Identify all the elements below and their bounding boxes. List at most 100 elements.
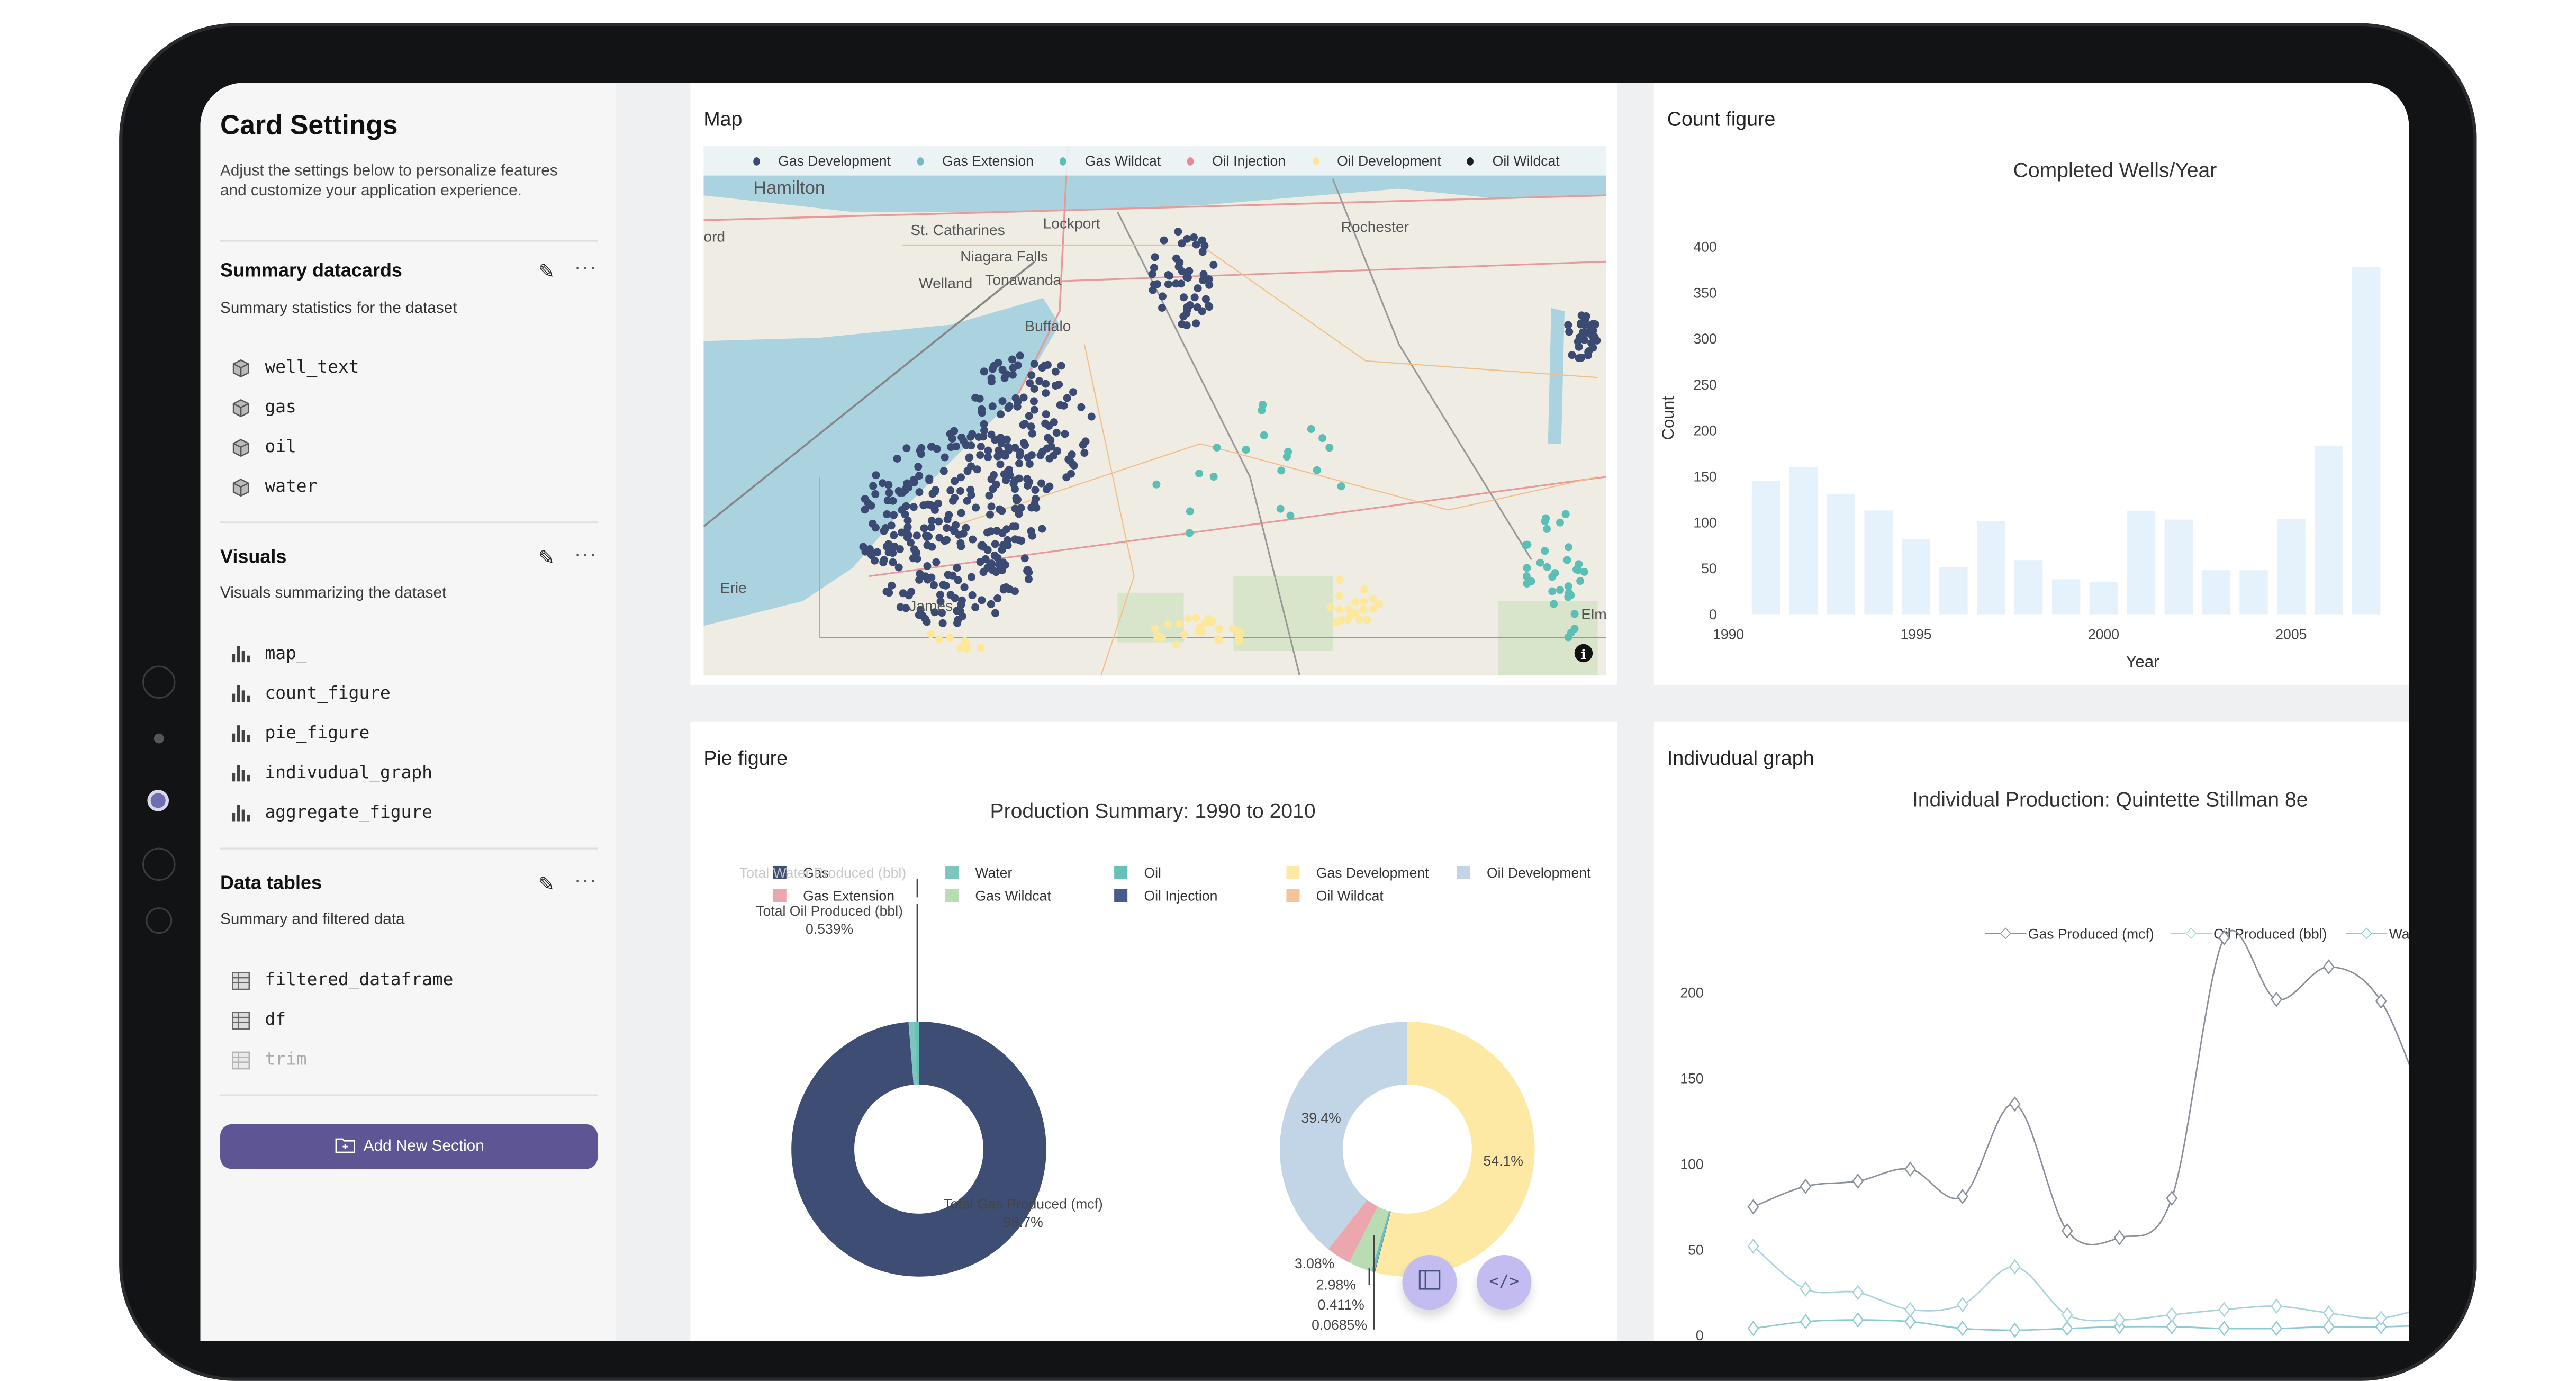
map-legend-item[interactable]: Gas Extension (917, 152, 1034, 169)
well-marker (1185, 267, 1194, 275)
map-place-label: Buffalo (1025, 318, 1071, 335)
well-marker (1051, 382, 1060, 390)
well-marker (935, 635, 943, 644)
sidebar-item-aggregate-figure[interactable]: aggregate_figure (229, 798, 432, 828)
well-marker (930, 506, 939, 514)
map-legend-item[interactable]: Gas Development (753, 152, 891, 169)
map-place-label: Welland (919, 275, 973, 292)
well-marker (1213, 443, 1221, 452)
well-marker (1344, 605, 1353, 613)
sidebar-item-filtered-dataframe[interactable]: filtered_dataframe (229, 965, 453, 995)
sidebar-item-oil[interactable]: oil (229, 432, 296, 462)
well-marker (957, 509, 965, 517)
well-marker (861, 494, 869, 503)
well-marker (1228, 625, 1237, 633)
sidebar-item-indivudual-graph[interactable]: indivudual_graph (229, 759, 432, 788)
sidebar-item-well-text[interactable]: well_text (229, 353, 359, 382)
well-marker (884, 540, 893, 548)
well-marker (915, 488, 924, 497)
bar-chart-icon (229, 765, 252, 782)
well-marker (925, 474, 934, 483)
well-marker (889, 511, 898, 519)
sidebar-item-count-figure[interactable]: count_figure (229, 679, 391, 708)
sidebar-item-water[interactable]: water (229, 472, 317, 501)
well-marker (1193, 303, 1201, 312)
well-marker (1164, 280, 1172, 288)
y-tick-label: 150 (1680, 1071, 1703, 1087)
well-marker (1542, 525, 1551, 533)
well-marker (927, 443, 936, 451)
bar-1992 (1789, 467, 1818, 615)
card-title: Map (703, 107, 743, 131)
well-marker (1041, 419, 1050, 428)
pie-data-label: 0.539% (806, 921, 853, 937)
map-canvas[interactable] (703, 146, 1606, 676)
add-new-section-button[interactable]: Add New Section (220, 1124, 598, 1169)
card-settings-sidebar: Card Settings Adjust the settings below … (200, 83, 616, 1341)
well-marker (1589, 320, 1597, 328)
well-marker (1180, 630, 1189, 639)
well-marker (1045, 454, 1054, 463)
map-legend-item[interactable]: Oil Injection (1187, 152, 1286, 169)
sidebar-layout-icon (1418, 1267, 1441, 1297)
x-tick-label: 2005 (2275, 626, 2307, 642)
bar-1995 (1902, 539, 1930, 615)
bar-chart-icon (229, 725, 252, 742)
data-point-marker (1852, 1285, 1864, 1301)
divider (220, 521, 598, 523)
well-marker (1550, 600, 1558, 608)
well-marker (1031, 486, 1040, 494)
well-marker (1351, 598, 1360, 607)
map-legend-item[interactable]: Gas Wildcat (1060, 152, 1161, 169)
well-marker (997, 410, 1005, 419)
well-marker (1008, 371, 1017, 379)
map-legend-item[interactable]: Oil Development (1312, 152, 1441, 169)
well-marker (909, 476, 918, 484)
pencil-icon[interactable]: ✎ (538, 546, 555, 570)
map-view[interactable]: Gas Development Gas Extension Gas Wildcat O… (703, 146, 1606, 676)
well-marker (1010, 587, 1019, 595)
sidebar-item-pie-figure[interactable]: pie_figure (229, 719, 369, 748)
well-marker (1044, 434, 1052, 442)
sidebar-layout-button[interactable] (1402, 1255, 1457, 1310)
series-line (1753, 929, 2409, 1245)
sidebar-item-df[interactable]: df (229, 1005, 286, 1035)
well-marker (1027, 371, 1036, 380)
well-marker (1284, 447, 1292, 456)
code-button[interactable]: </> (1477, 1255, 1532, 1310)
well-marker (987, 374, 996, 383)
well-marker (1025, 459, 1034, 468)
pencil-icon[interactable]: ✎ (538, 872, 555, 896)
well-marker (977, 443, 985, 451)
well-marker (935, 534, 944, 542)
well-marker (988, 365, 997, 373)
data-point-marker (2218, 1321, 2230, 1337)
well-marker (1194, 284, 1202, 293)
well-marker (1335, 575, 1344, 584)
bar-2003 (2202, 570, 2231, 615)
well-marker (928, 543, 936, 551)
data-point-marker (1956, 1296, 1968, 1313)
well-marker (986, 510, 995, 519)
sidebar-item-gas[interactable]: gas (229, 392, 296, 422)
data-point-marker (2166, 1307, 2178, 1323)
more-options-button[interactable]: ··· (574, 545, 598, 565)
well-marker (923, 618, 931, 626)
well-marker (1164, 620, 1172, 629)
well-marker (1014, 398, 1022, 406)
well-marker (1195, 628, 1203, 636)
more-options-button[interactable]: ··· (574, 871, 598, 891)
well-marker (973, 465, 981, 474)
info-icon[interactable]: i (1574, 644, 1593, 663)
pencil-icon[interactable]: ✎ (538, 260, 555, 283)
map-legend-item[interactable]: Oil Wildcat (1467, 152, 1560, 169)
more-options-button[interactable]: ··· (574, 258, 598, 278)
y-tick-label: 200 (1680, 985, 1703, 1001)
data-point-marker (2061, 1307, 2073, 1323)
well-marker (996, 505, 1004, 513)
folder-plus-icon (333, 1135, 355, 1158)
data-point-marker (2271, 1298, 2282, 1314)
sidebar-item-map-[interactable]: map_ (229, 639, 307, 669)
divider (220, 1094, 598, 1096)
sidebar-item-trim[interactable]: trim (229, 1045, 307, 1075)
